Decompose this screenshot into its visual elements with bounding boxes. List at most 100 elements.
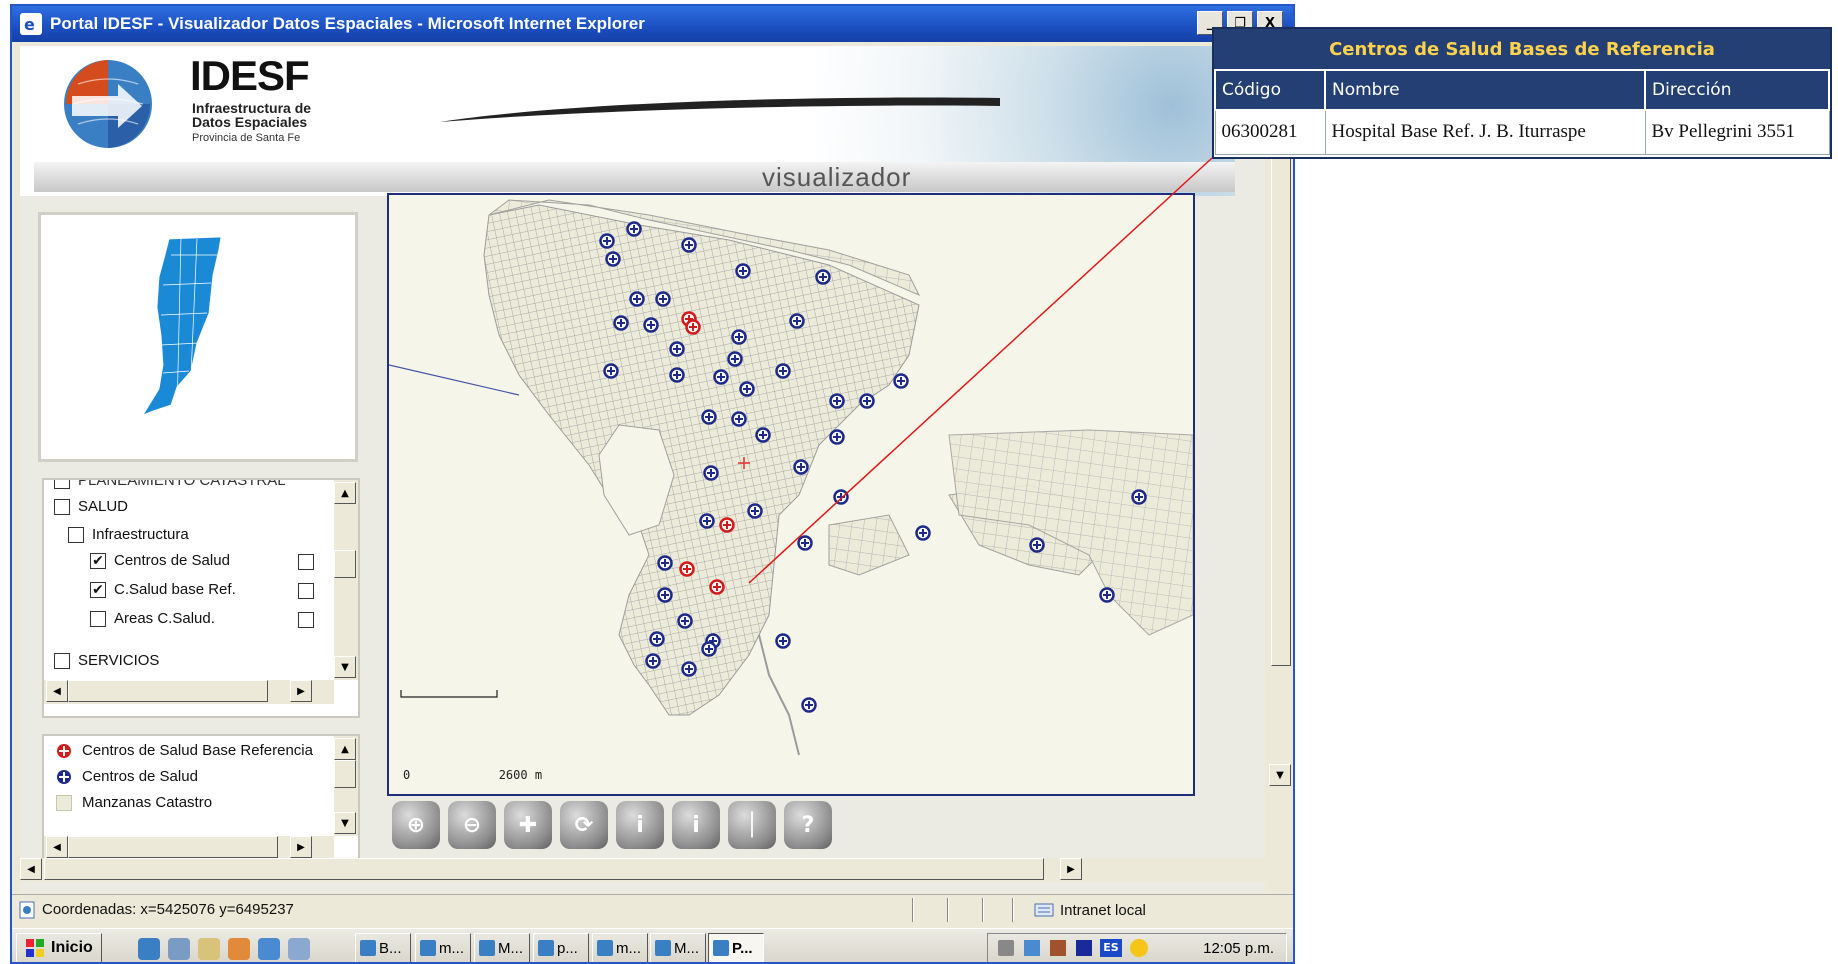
layer-centros-de-salud[interactable]: ✔ Centros de Salud — [90, 552, 230, 569]
scroll-thumb[interactable] — [68, 836, 278, 858]
scroll-thumb[interactable] — [68, 680, 268, 702]
scroll-right-button[interactable]: ▶ — [290, 680, 312, 702]
health-center-marker[interactable] — [703, 465, 719, 481]
layer-group-salud[interactable]: SALUD — [54, 498, 128, 515]
layer-visibility-checkbox[interactable] — [298, 612, 314, 628]
health-center-marker[interactable] — [801, 697, 817, 713]
health-center-marker[interactable] — [739, 381, 755, 397]
taskbar-window-button[interactable]: B... — [355, 933, 411, 962]
health-center-marker[interactable] — [727, 351, 743, 367]
help-tool[interactable]: ? — [784, 801, 832, 849]
health-center-marker[interactable] — [645, 653, 661, 669]
layer-checkbox[interactable] — [54, 480, 70, 489]
messenger-icon[interactable] — [1130, 939, 1148, 957]
start-button[interactable]: Inicio — [16, 933, 102, 962]
reference-center-marker[interactable] — [709, 579, 725, 595]
health-center-marker[interactable] — [605, 251, 621, 267]
layer-csalud-base-ref[interactable]: ✔ C.Salud base Ref. — [90, 581, 236, 598]
reference-center-marker[interactable] — [719, 517, 735, 533]
editor-quicklaunch-icon[interactable] — [198, 938, 220, 960]
reference-center-marker[interactable] — [685, 319, 701, 335]
taskbar-window-button[interactable]: M... — [650, 933, 706, 962]
health-center-marker[interactable] — [649, 631, 665, 647]
taskbar-window-button[interactable]: M... — [474, 933, 530, 962]
page-hscrollbar[interactable]: ◀ ▶ — [20, 858, 1265, 882]
health-center-marker[interactable] — [859, 393, 875, 409]
health-center-marker[interactable] — [731, 329, 747, 345]
volume-icon[interactable] — [998, 940, 1014, 956]
health-center-marker[interactable] — [1099, 587, 1115, 603]
network-tray-icon[interactable] — [1024, 940, 1040, 956]
tray-app-icon[interactable] — [1050, 940, 1066, 956]
taskbar-window-button[interactable]: p... — [533, 933, 589, 962]
health-center-marker[interactable] — [599, 233, 615, 249]
scroll-up-button[interactable]: ▲ — [334, 482, 356, 504]
taskbar-window-button[interactable]: P... — [708, 933, 764, 962]
health-center-marker[interactable] — [613, 315, 629, 331]
health-center-marker[interactable] — [815, 269, 831, 285]
zoom-in-tool[interactable]: ⊕ — [392, 801, 440, 849]
health-center-marker[interactable] — [713, 369, 729, 385]
health-center-marker[interactable] — [731, 411, 747, 427]
health-center-marker[interactable] — [789, 313, 805, 329]
health-center-marker[interactable] — [829, 393, 845, 409]
map-view[interactable]: 0 2600 m — [387, 193, 1195, 796]
scroll-thumb[interactable] — [334, 760, 356, 788]
health-center-marker[interactable] — [915, 525, 931, 541]
pan-tool[interactable]: ✚ — [504, 801, 552, 849]
health-center-marker[interactable] — [681, 661, 697, 677]
scroll-thumb[interactable] — [44, 858, 1044, 880]
health-center-marker[interactable] — [747, 503, 763, 519]
overview-map[interactable] — [38, 212, 358, 462]
health-center-marker[interactable] — [755, 427, 771, 443]
legend-hscrollbar[interactable]: ◀ ▶ — [44, 836, 334, 860]
layer-visibility-checkbox[interactable] — [298, 554, 314, 570]
layer-group-infraestructura[interactable]: Infraestructura — [68, 526, 189, 543]
health-center-marker[interactable] — [797, 535, 813, 551]
language-indicator-icon[interactable]: ES — [1100, 939, 1122, 957]
info-tool[interactable]: i — [672, 801, 720, 849]
health-center-marker[interactable] — [603, 363, 619, 379]
layer-checkbox-centros-de-salud[interactable]: ✔ — [90, 552, 106, 569]
scroll-right-button[interactable]: ▶ — [290, 836, 312, 858]
zoom-out-tool[interactable]: ⊖ — [448, 801, 496, 849]
scroll-down-button[interactable]: ▼ — [334, 656, 356, 678]
scroll-left-button[interactable]: ◀ — [20, 858, 42, 880]
health-center-marker[interactable] — [833, 489, 849, 505]
identify-tool[interactable]: i — [616, 801, 664, 849]
health-center-marker[interactable] — [669, 367, 685, 383]
health-center-marker[interactable] — [793, 459, 809, 475]
scroll-right-button[interactable]: ▶ — [1060, 858, 1082, 880]
health-center-marker[interactable] — [699, 513, 715, 529]
layer-checkbox-servicios[interactable] — [54, 652, 70, 669]
layer-areas-csalud[interactable]: Areas C.Salud. — [90, 610, 215, 627]
layer-visibility-checkbox[interactable] — [298, 583, 314, 599]
page-vscrollbar[interactable]: ▼ — [1269, 46, 1293, 892]
notes-quicklaunch-icon[interactable] — [288, 938, 310, 960]
health-center-marker[interactable] — [1029, 537, 1045, 553]
layer-checkbox-infraestructura[interactable] — [68, 526, 84, 543]
layer-group-planeamiento[interactable]: PLANEAMIENTO CATASTRAL — [54, 480, 286, 489]
layer-group-servicios[interactable]: SERVICIOS — [54, 652, 159, 669]
reference-center-marker[interactable] — [679, 561, 695, 577]
scroll-up-button[interactable]: ▲ — [334, 738, 356, 760]
media-quicklaunch-icon[interactable] — [228, 938, 250, 960]
health-center-marker[interactable] — [1131, 489, 1147, 505]
health-center-marker[interactable] — [829, 429, 845, 445]
health-center-marker[interactable] — [893, 373, 909, 389]
health-center-marker[interactable] — [629, 291, 645, 307]
search-quicklaunch-icon[interactable] — [258, 938, 280, 960]
health-center-marker[interactable] — [701, 409, 717, 425]
measure-tool[interactable]: │ — [728, 801, 776, 849]
scroll-down-button[interactable]: ▼ — [1269, 764, 1291, 786]
health-center-marker[interactable] — [643, 317, 659, 333]
health-center-marker[interactable] — [775, 633, 791, 649]
network-quicklaunch-icon[interactable] — [168, 938, 190, 960]
layer-checkbox-areas-csalud[interactable] — [90, 610, 106, 627]
taskbar-window-button[interactable]: m... — [592, 933, 648, 962]
health-center-marker[interactable] — [775, 363, 791, 379]
ie-quicklaunch-icon[interactable] — [138, 938, 160, 960]
layer-checkbox-salud[interactable] — [54, 498, 70, 515]
health-center-marker[interactable] — [657, 587, 673, 603]
tray-app-icon[interactable] — [1076, 940, 1092, 956]
